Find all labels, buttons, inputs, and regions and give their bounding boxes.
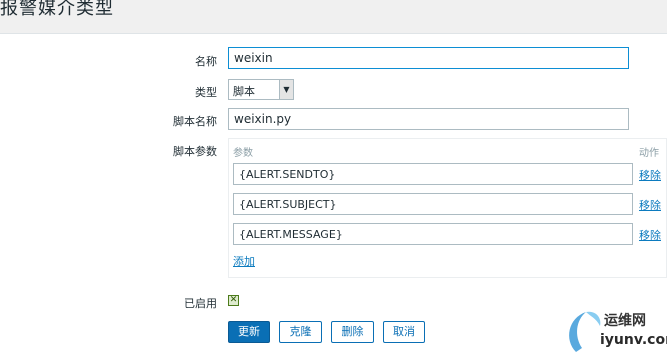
type-label: 类型 xyxy=(195,86,217,99)
chevron-down-icon: ▼ xyxy=(279,80,293,99)
type-select-value: 脚本 xyxy=(233,85,255,98)
script-name-input[interactable] xyxy=(228,108,629,130)
type-select[interactable]: 脚本 ▼ xyxy=(228,79,294,100)
name-input[interactable] xyxy=(228,47,629,69)
watermark-line2: iyunv.com xyxy=(600,332,667,348)
param-input-sendto[interactable] xyxy=(233,163,633,185)
enabled-checkbox[interactable]: ✕ xyxy=(228,295,239,306)
name-label: 名称 xyxy=(195,55,217,68)
remove-param-subject-link[interactable]: 移除 xyxy=(639,197,661,213)
watermark-line1: 运维网 xyxy=(604,313,646,329)
remove-param-message-link[interactable]: 移除 xyxy=(639,227,661,243)
cancel-button[interactable]: 取消 xyxy=(383,321,425,343)
page-title: 报警媒介类型 xyxy=(0,0,114,19)
enabled-label: 已启用 xyxy=(184,297,217,310)
clone-button[interactable]: 克隆 xyxy=(279,321,322,343)
delete-button[interactable]: 删除 xyxy=(331,321,374,343)
update-button[interactable]: 更新 xyxy=(228,321,270,343)
param-input-subject[interactable] xyxy=(233,193,633,215)
check-icon: ✕ xyxy=(229,295,238,305)
remove-param-sendto-link[interactable]: 移除 xyxy=(639,167,661,183)
action-column-header: 动作 xyxy=(639,148,659,159)
params-column-header: 参数 xyxy=(233,148,253,159)
add-param-link[interactable]: 添加 xyxy=(233,253,255,269)
watermark-logo: 运维网 iyunv.com xyxy=(562,304,667,355)
param-input-message[interactable] xyxy=(233,223,633,245)
script-params-label: 脚本参数 xyxy=(173,145,217,158)
script-name-label: 脚本名称 xyxy=(173,115,217,128)
